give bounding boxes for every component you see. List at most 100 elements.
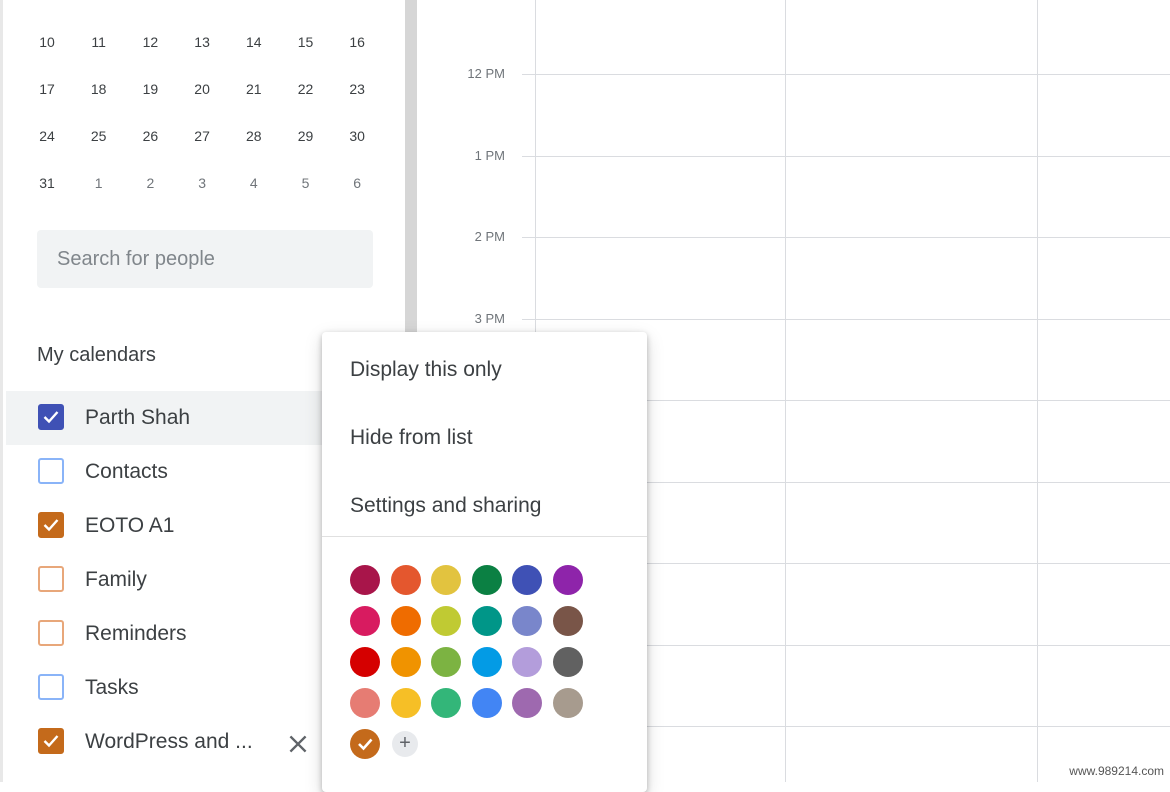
color-swatch[interactable] xyxy=(390,565,421,595)
hour-line xyxy=(522,237,1170,238)
mini-calendar-day[interactable]: 19 xyxy=(128,74,172,104)
calendar-checkbox[interactable] xyxy=(38,404,64,430)
color-swatch[interactable] xyxy=(390,647,421,677)
add-custom-color-button[interactable]: + xyxy=(392,731,418,757)
calendar-item[interactable]: Tasks xyxy=(6,661,326,715)
calendar-checkbox[interactable] xyxy=(38,674,64,700)
mini-calendar-day[interactable]: 16 xyxy=(335,27,379,57)
calendar-checkbox[interactable] xyxy=(38,566,64,592)
mini-calendar-day[interactable]: 11 xyxy=(77,27,121,57)
calendar-label: Reminders xyxy=(85,622,187,645)
mini-calendar-day[interactable]: 14 xyxy=(232,27,276,57)
mini-calendar-day[interactable]: 28 xyxy=(232,121,276,151)
watermark-text: www.989214.com xyxy=(1069,764,1164,778)
check-icon xyxy=(43,735,59,748)
mini-calendar-day[interactable]: 5 xyxy=(284,168,328,198)
mini-calendar-day[interactable]: 23 xyxy=(335,74,379,104)
mini-calendar-day[interactable]: 13 xyxy=(180,27,224,57)
settings-and-sharing-item[interactable]: Settings and sharing xyxy=(322,474,647,534)
color-swatch[interactable] xyxy=(390,688,421,718)
color-swatch[interactable] xyxy=(552,688,583,718)
column-divider xyxy=(785,0,786,782)
search-people-input[interactable] xyxy=(37,230,373,288)
mini-calendar-week: 17 18 19 20 21 22 23 xyxy=(25,74,385,104)
mini-calendar-day[interactable]: 15 xyxy=(284,27,328,57)
color-swatch[interactable] xyxy=(552,565,583,595)
mini-calendar-day[interactable]: 3 xyxy=(180,168,224,198)
color-swatch[interactable] xyxy=(512,606,542,636)
display-this-only-item[interactable]: Display this only xyxy=(322,338,647,398)
mini-calendar-day[interactable]: 25 xyxy=(77,121,121,151)
color-swatch[interactable] xyxy=(471,606,502,636)
mini-calendar-day[interactable]: 2 xyxy=(128,168,172,198)
check-icon xyxy=(43,519,59,532)
color-swatch[interactable] xyxy=(431,565,461,595)
close-icon[interactable] xyxy=(285,731,311,757)
menu-item-label: Settings and sharing xyxy=(350,494,542,517)
mini-calendar-day[interactable]: 21 xyxy=(232,74,276,104)
selected-color-swatch[interactable] xyxy=(350,729,380,759)
calendar-item[interactable]: Reminders xyxy=(6,607,326,661)
color-swatch[interactable] xyxy=(471,565,502,595)
color-swatch[interactable] xyxy=(431,688,461,718)
calendar-label: EOTO A1 xyxy=(85,514,175,537)
color-swatch[interactable] xyxy=(512,565,542,595)
calendar-options-menu: Display this only Hide from list Setting… xyxy=(322,332,647,792)
color-swatch[interactable] xyxy=(552,606,583,636)
color-swatch[interactable] xyxy=(512,688,542,718)
time-label: 2 PM xyxy=(474,229,505,244)
mini-calendar-day[interactable]: 20 xyxy=(180,74,224,104)
calendar-item[interactable]: WordPress and ... xyxy=(6,715,326,769)
mini-calendar-day[interactable]: 24 xyxy=(25,121,69,151)
mini-calendar-day[interactable]: 6 xyxy=(335,168,379,198)
calendar-item[interactable]: Family xyxy=(6,553,326,607)
color-swatch[interactable] xyxy=(431,647,461,677)
calendar-checkbox[interactable] xyxy=(38,620,64,646)
mini-calendar-day[interactable]: 10 xyxy=(25,27,69,57)
color-swatch[interactable] xyxy=(552,647,583,677)
menu-item-label: Hide from list xyxy=(350,426,473,449)
hour-line xyxy=(522,156,1170,157)
mini-calendar-day[interactable]: 22 xyxy=(284,74,328,104)
hide-from-list-item[interactable]: Hide from list xyxy=(322,406,647,466)
mini-calendar-week: 10 11 12 13 14 15 16 xyxy=(25,27,385,57)
column-divider xyxy=(1037,0,1038,782)
time-label: 1 PM xyxy=(474,148,505,163)
mini-calendar-day[interactable]: 12 xyxy=(128,27,172,57)
mini-calendar-day[interactable]: 31 xyxy=(25,168,69,198)
mini-calendar-day[interactable]: 30 xyxy=(335,121,379,151)
mini-calendar-day[interactable]: 26 xyxy=(128,121,172,151)
color-swatch[interactable] xyxy=(350,565,380,595)
calendar-item[interactable]: EOTO A1 xyxy=(6,499,326,553)
menu-item-label: Display this only xyxy=(350,358,502,381)
color-swatch[interactable] xyxy=(431,606,461,636)
color-swatch[interactable] xyxy=(350,606,380,636)
color-swatch[interactable] xyxy=(390,606,421,636)
mini-calendar-day[interactable]: 17 xyxy=(25,74,69,104)
color-swatch[interactable] xyxy=(512,647,542,677)
color-swatch[interactable] xyxy=(350,688,380,718)
color-swatch[interactable] xyxy=(350,647,380,677)
calendar-label: Parth Shah xyxy=(85,406,191,429)
color-swatch[interactable] xyxy=(471,647,502,677)
mini-calendar-day[interactable]: 29 xyxy=(284,121,328,151)
color-swatch[interactable] xyxy=(471,688,502,718)
menu-separator xyxy=(322,536,647,537)
time-label: 12 PM xyxy=(467,66,505,81)
mini-calendar-day[interactable]: 1 xyxy=(77,168,121,198)
mini-calendar-day[interactable]: 27 xyxy=(180,121,224,151)
mini-calendar-week: 31 1 2 3 4 5 6 xyxy=(25,168,385,198)
calendar-item[interactable]: Parth Shah xyxy=(6,391,326,445)
calendar-label: Tasks xyxy=(85,676,139,699)
calendar-label: Family xyxy=(85,568,147,591)
check-icon xyxy=(43,411,59,424)
calendar-label: Contacts xyxy=(85,460,168,483)
mini-calendar-day[interactable]: 18 xyxy=(77,74,121,104)
calendar-checkbox[interactable] xyxy=(38,728,64,754)
mini-calendar-week: 24 25 26 27 28 29 30 xyxy=(25,121,385,151)
calendar-checkbox[interactable] xyxy=(38,512,64,538)
check-icon xyxy=(358,738,373,751)
calendar-checkbox[interactable] xyxy=(38,458,64,484)
mini-calendar-day[interactable]: 4 xyxy=(232,168,276,198)
calendar-item[interactable]: Contacts xyxy=(6,445,326,499)
